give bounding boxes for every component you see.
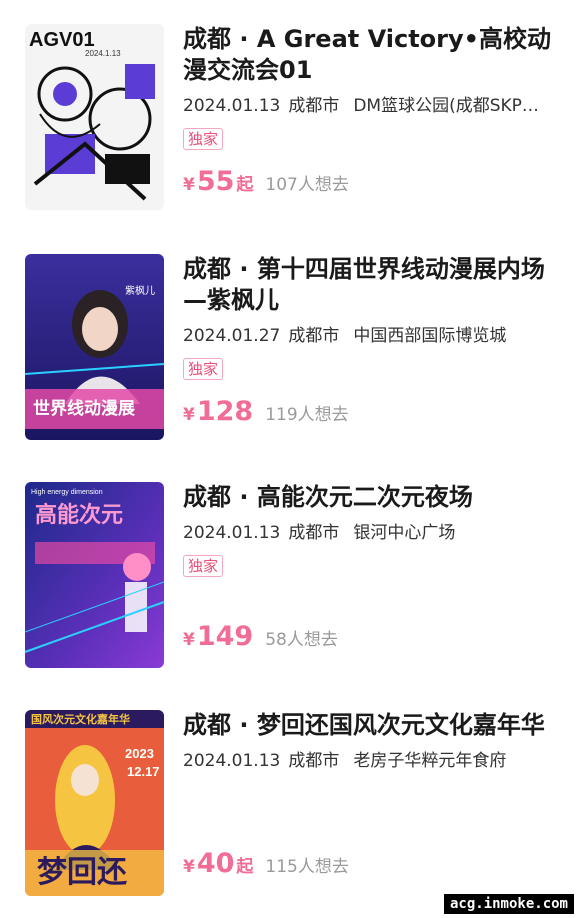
- poster-title: 梦回还: [37, 855, 128, 890]
- event-venue: DM篮球公园(成都SKP…: [353, 96, 539, 116]
- currency-symbol: ¥: [183, 857, 195, 877]
- event-date: 2024.01.13: [183, 751, 281, 771]
- event-date: 2024.01.27: [183, 326, 281, 346]
- site-watermark: acg.inmoke.com: [443, 894, 574, 914]
- price-suffix: 起: [236, 857, 254, 877]
- poster-subtitle: 紫枫儿: [125, 284, 155, 297]
- event-price: 55: [196, 166, 235, 197]
- event-city: 成都市: [288, 96, 340, 116]
- price-row: ¥149 58人想去: [183, 621, 563, 652]
- event-date: 2024.01.13: [183, 523, 281, 543]
- event-title[interactable]: 成都 · 第十四届世界线动漫展内场—紫枫儿: [183, 254, 563, 316]
- event-venue: 银河中心广场: [353, 523, 456, 543]
- event-city: 成都市: [288, 326, 340, 346]
- poster-image: High energy dimension 高能次元: [25, 482, 164, 668]
- event-venue: 老房子华粹元年食府: [353, 751, 507, 771]
- event-price: 149: [196, 621, 254, 652]
- poster-subtitle: 国风次元文化嘉年华: [31, 712, 130, 726]
- poster-title: AGV01: [29, 29, 95, 51]
- exclusive-badge: 独家: [183, 358, 224, 380]
- poster-title: 高能次元: [35, 502, 123, 528]
- event-city: 成都市: [288, 751, 340, 771]
- currency-symbol: ¥: [183, 175, 195, 195]
- price-suffix: 起: [236, 175, 254, 195]
- poster-date: 2024.1.13: [85, 49, 121, 58]
- event-title[interactable]: 成都 · 高能次元二次元夜场: [183, 482, 563, 513]
- currency-symbol: ¥: [183, 405, 195, 425]
- event-price: 40: [196, 848, 235, 879]
- want-count: 58人想去: [265, 630, 338, 650]
- event-poster[interactable]: 世界线动漫展 紫枫儿: [25, 254, 164, 440]
- price-row: ¥128 119人想去: [183, 396, 563, 427]
- exclusive-badge: 独家: [183, 555, 224, 577]
- currency-symbol: ¥: [183, 630, 195, 650]
- exclusive-badge: 独家: [183, 128, 224, 150]
- event-title[interactable]: 成都 · 梦回还国风次元文化嘉年华: [183, 710, 563, 741]
- want-count: 107人想去: [265, 175, 349, 195]
- poster-image: AGV01 2024.1.13: [25, 24, 164, 210]
- event-title[interactable]: 成都 · A Great Victory•高校动漫交流会01: [183, 24, 563, 86]
- poster-day: 12.17: [127, 764, 160, 779]
- want-count: 115人想去: [265, 857, 349, 877]
- poster-title: 世界线动漫展: [33, 398, 135, 419]
- event-meta: 2024.01.13 成都市 老房子华粹元年食府: [183, 750, 555, 772]
- poster-image: 世界线动漫展 紫枫儿: [25, 254, 164, 440]
- poster-year: 2023: [125, 746, 154, 761]
- event-price: 128: [196, 396, 254, 427]
- want-count: 119人想去: [265, 405, 349, 425]
- price-row: ¥55 起 107人想去: [183, 166, 563, 197]
- event-meta: 2024.01.13 成都市 DM篮球公园(成都SKP…: [183, 95, 555, 117]
- event-meta: 2024.01.13 成都市 银河中心广场: [183, 522, 555, 544]
- event-date: 2024.01.13: [183, 96, 281, 116]
- price-row: ¥40 起 115人想去: [183, 848, 563, 879]
- event-meta: 2024.01.27 成都市 中国西部国际博览城: [183, 325, 555, 347]
- event-poster[interactable]: 国风次元文化嘉年华 2023 12.17 梦回还: [25, 710, 164, 896]
- event-poster[interactable]: AGV01 2024.1.13: [25, 24, 164, 210]
- event-city: 成都市: [288, 523, 340, 543]
- event-poster[interactable]: High energy dimension 高能次元: [25, 482, 164, 668]
- event-venue: 中国西部国际博览城: [353, 326, 507, 346]
- poster-image: 国风次元文化嘉年华 2023 12.17 梦回还: [25, 710, 164, 896]
- poster-subtitle: High energy dimension: [31, 489, 103, 496]
